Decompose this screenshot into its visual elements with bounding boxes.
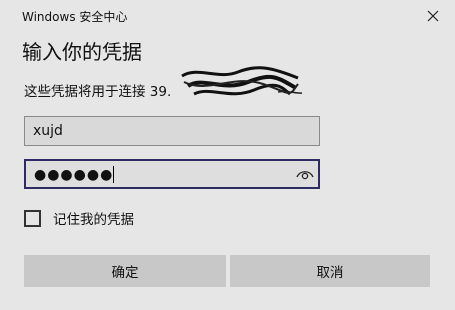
close-button[interactable]: [419, 4, 447, 28]
cancel-button[interactable]: 取消: [230, 255, 430, 287]
password-field[interactable]: ●●●●●●: [24, 159, 320, 189]
username-input[interactable]: [25, 117, 319, 145]
remember-credentials-row[interactable]: 记住我的凭据: [24, 208, 134, 228]
text-caret: [113, 166, 114, 183]
close-icon: [427, 10, 439, 22]
ok-button[interactable]: 确定: [24, 255, 226, 287]
remember-credentials-label: 记住我的凭据: [53, 212, 134, 228]
eye-icon: [296, 171, 314, 180]
dialog-heading: 输入你的凭据: [22, 40, 142, 64]
connection-description: 这些凭据将用于连接 39.: [24, 84, 172, 100]
remember-credentials-checkbox[interactable]: [24, 209, 41, 227]
show-password-button[interactable]: [295, 165, 315, 183]
redaction-scribble: [181, 66, 303, 96]
username-field[interactable]: [24, 116, 320, 146]
password-masked-text: ●●●●●●: [34, 167, 114, 183]
window-title: Windows 安全中心: [22, 10, 128, 24]
credential-dialog: Windows 安全中心 输入你的凭据 这些凭据将用于连接 39. ●●●●●●…: [0, 0, 455, 310]
